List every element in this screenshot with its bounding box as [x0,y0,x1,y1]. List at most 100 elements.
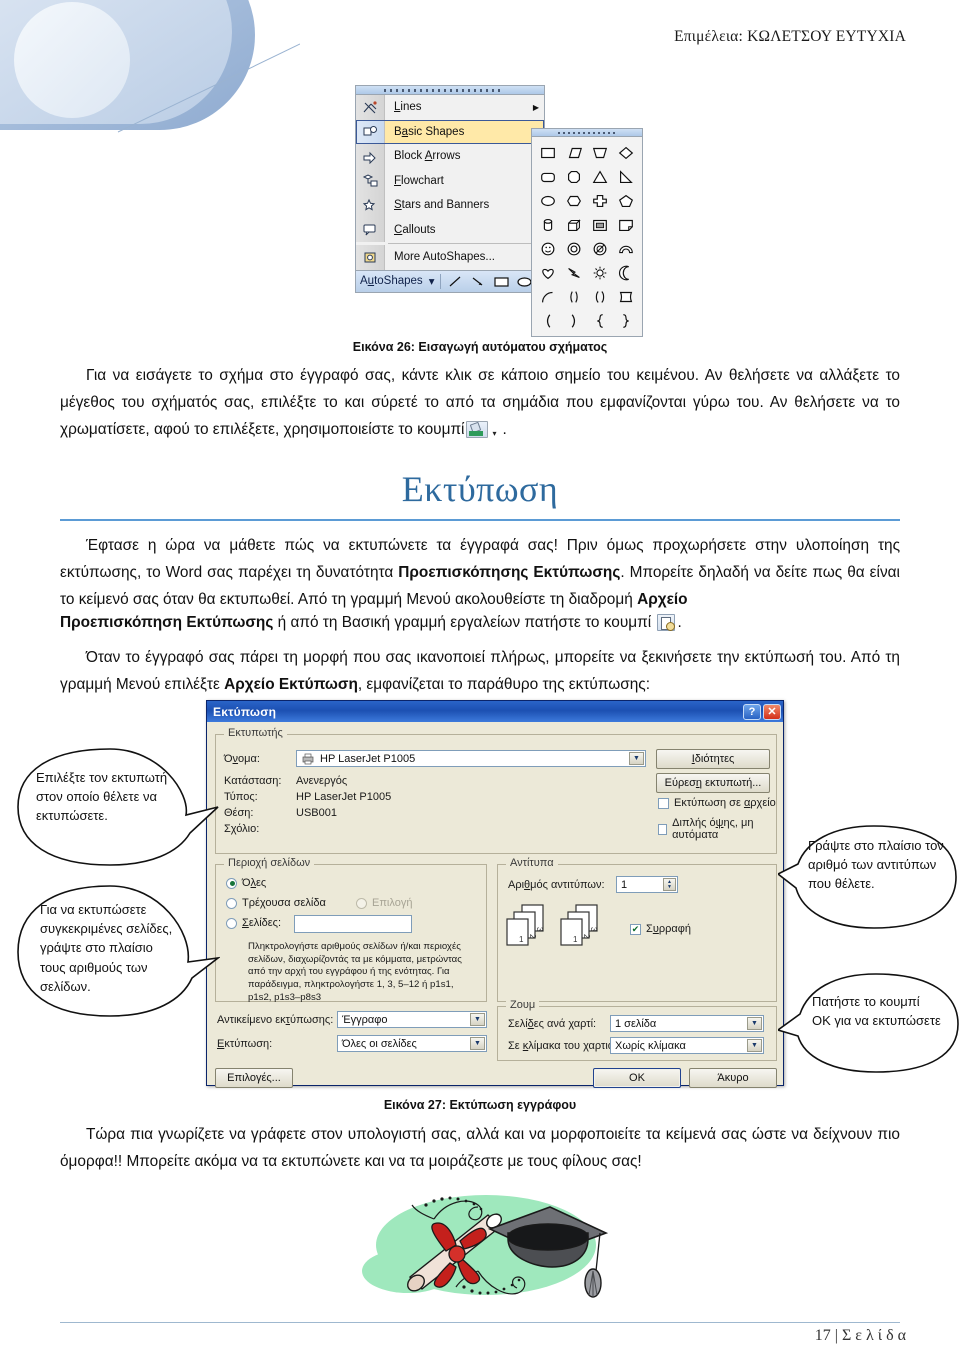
p3-bold-preview: Προεπισκόπηση Εκτύπωσης [60,614,274,631]
shape-bevel[interactable] [587,213,613,237]
chevron-down-icon[interactable]: ▼ [470,1013,485,1026]
arrow-tool-icon[interactable] [470,274,487,289]
svg-text:2: 2 [528,934,537,939]
print-dialog: Εκτύπωση ? ✕ Εκτυπωτής Όνομα: HP LaserJe… [206,700,784,1088]
menu-drag-grip[interactable] [356,86,544,95]
chevron-down-icon[interactable]: ▼ [470,1037,485,1050]
menu-item-basic-shapes[interactable]: Basic Shapes ▶ [356,119,544,144]
shape-trapezoid[interactable] [587,141,613,165]
radio-all-pages[interactable]: Όλες [226,877,266,889]
spinner-down-icon[interactable]: ▼ [667,884,672,890]
shape-arc[interactable] [535,285,561,309]
options-button[interactable]: Επιλογές... [215,1068,293,1088]
collate-checkbox[interactable]: ✔ Συρραφή [630,923,691,935]
pages-input[interactable] [294,915,412,933]
fill-color-icon[interactable] [466,420,489,438]
shape-cylinder[interactable] [535,213,561,237]
shape-diamond[interactable] [613,141,639,165]
shape-folded-corner[interactable] [613,213,639,237]
spinner-arrows[interactable]: ▲ ▼ [663,878,676,891]
shape-octagon[interactable] [561,165,587,189]
basic-shapes-palette [531,128,643,337]
cancel-label: Άκυρο [717,1072,749,1084]
shape-plaque[interactable] [613,285,639,309]
print-object-label: Αντικείμενο εκτύπωσης: [217,1014,334,1026]
p3-text-a: ή από τη Βασική γραμμή εργαλείων πατήστε… [273,614,652,631]
menu-divider [388,243,540,244]
copies-count-spinner[interactable]: 1 ▲ ▼ [616,876,678,893]
autoshapes-toolbar-button[interactable]: AutoShapes [360,275,423,287]
menu-item-more-autoshapes[interactable]: More AutoShapes... [356,245,544,270]
menu-item-lines[interactable]: LLinesines ▶ [356,95,544,120]
radio-dot [226,917,237,929]
shape-heart[interactable] [535,261,561,285]
shape-lightning-bolt[interactable] [561,261,587,285]
shape-round-brackets[interactable] [561,285,587,309]
close-icon[interactable]: ✕ [763,703,781,720]
checkbox-box [658,797,669,809]
shape-cross[interactable] [587,189,613,213]
menu-item-label: Stars and Banners [394,199,490,212]
shape-right-bracket[interactable] [561,309,587,333]
menu-item-stars-and-banners[interactable]: Stars and Banners ▶ [356,193,544,218]
checkbox-box [658,823,668,835]
shape-grid [532,137,642,333]
chevron-down-icon[interactable]: ▾ [492,427,500,441]
chevron-down-icon[interactable]: ▼ [747,1017,762,1030]
scale-to-paper-combo[interactable]: Χωρίς κλίμακα ▼ [610,1037,764,1054]
shape-parallelogram[interactable] [561,141,587,165]
radio-dot [226,897,237,909]
shape-right-triangle[interactable] [613,165,639,189]
printer-icon [301,753,315,765]
cancel-button[interactable]: Άκυρο [689,1068,777,1088]
menu-item-block-arrows[interactable]: Block Arrows ▶ [356,144,544,169]
shape-sun[interactable] [587,261,613,285]
palette-drag-grip[interactable] [532,129,642,137]
shape-donut[interactable] [561,237,587,261]
help-button[interactable]: ? [743,703,761,720]
shape-round-braces[interactable] [587,285,613,309]
p4-bold-print: Εκτύπωση [278,675,358,693]
chevron-down-icon[interactable]: ▼ [629,752,644,765]
menu-item-flowchart[interactable]: Flowchart ▶ [356,168,544,193]
print-which-combo[interactable]: Όλες οι σελίδες ▼ [337,1035,487,1052]
shape-no-symbol[interactable] [587,237,613,261]
scale-to-paper-label: Σε κλίμακα του χαρτιού: [508,1040,623,1052]
collate-label: Συρραφή [646,923,691,935]
shape-triangle[interactable] [587,165,613,189]
shape-pentagon[interactable] [613,189,639,213]
printer-name-label: Όνομα: [224,753,260,765]
find-printer-label: Εύρεση εκτυπωτή... [664,777,762,789]
properties-button[interactable]: Ιδιότητες [656,749,770,769]
menu-item-callouts[interactable]: Callouts ▶ [356,217,544,242]
printer-name-combo[interactable]: HP LaserJet P1005 ▼ [296,750,646,767]
manual-duplex-checkbox[interactable]: Διπλής όψης, μη αυτόματα [658,817,776,841]
radio-current-page[interactable]: Τρέχουσα σελίδα [226,897,326,909]
rectangle-tool-icon[interactable] [493,274,510,289]
shape-smiley-face[interactable] [535,237,561,261]
chevron-down-icon[interactable]: ▼ [747,1039,762,1052]
callout-pages-text: Για να εκτυπώσετε συγκεκριμένες σελίδες,… [40,902,173,994]
print-object-combo[interactable]: Έγγραφο ▼ [337,1011,487,1028]
shape-hexagon[interactable] [561,189,587,213]
shape-moon[interactable] [613,261,639,285]
print-preview-icon[interactable] [657,614,676,631]
paragraph-insert-shape: Για να εισάγετε το σχήμα στο έγγραφό σας… [60,363,900,444]
chevron-down-icon[interactable]: ▾ [429,274,435,288]
shape-cube[interactable] [561,213,587,237]
shape-rounded-rectangle[interactable] [535,165,561,189]
line-tool-icon[interactable] [447,274,464,289]
pages-per-sheet-value: 1 σελίδα [615,1017,657,1030]
radio-pages[interactable]: Σελίδες: [226,917,281,929]
shape-left-brace[interactable] [587,309,613,333]
shape-right-brace[interactable] [613,309,639,333]
shape-block-arc[interactable] [613,237,639,261]
shape-rectangle[interactable] [535,141,561,165]
dialog-titlebar[interactable]: Εκτύπωση ? ✕ [207,701,783,722]
shape-left-bracket[interactable] [535,309,561,333]
print-to-file-checkbox[interactable]: Εκτύπωση σε αρχείο [658,797,776,809]
pages-per-sheet-combo[interactable]: 1 σελίδα ▼ [610,1015,764,1032]
shape-ellipse[interactable] [535,189,561,213]
ok-button[interactable]: OK [593,1068,681,1088]
find-printer-button[interactable]: Εύρεση εκτυπωτή... [656,773,770,793]
